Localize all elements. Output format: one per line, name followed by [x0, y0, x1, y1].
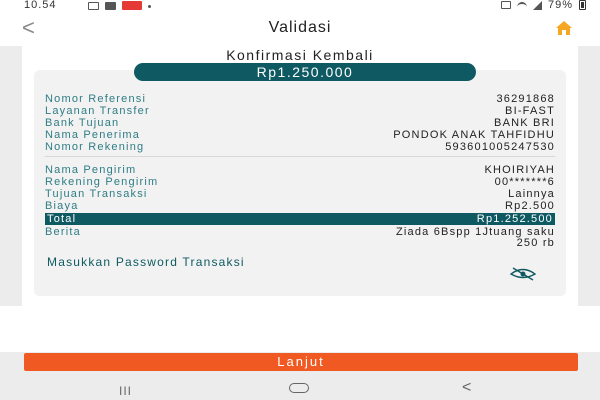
system-status-icons: 79% [500, 0, 586, 11]
detail-label: Tujuan Transaksi [45, 188, 148, 200]
detail-row-tujuan-transaksi: Tujuan Transaksi Lainnya [45, 188, 555, 200]
lanjut-button[interactable]: Lanjut [24, 353, 578, 371]
app-badge-icon [122, 1, 142, 10]
message-icon [105, 2, 116, 10]
detail-row-nomor-rekening: Nomor Rekening 593601005247530 [45, 141, 555, 153]
nav-back-button[interactable]: < [462, 379, 471, 397]
wifi-icon [516, 2, 527, 8]
spacer [0, 306, 600, 352]
berita-line-2: 250 rb [516, 237, 555, 249]
detail-label: Bank Tujuan [45, 117, 120, 129]
section-divider [45, 156, 555, 157]
detail-value: PONDOK ANAK TAHFIDHU [393, 129, 555, 141]
detail-row-berita: Berita Ziada 6Bspp 1Jtuang saku 250 rb [45, 226, 555, 250]
detail-value: BANK BRI [494, 117, 555, 129]
status-time: 10.54 [24, 0, 57, 11]
detail-row-total: Total Rp1.252.500 [45, 213, 555, 225]
detail-value: 36291868 [496, 93, 555, 105]
detail-value: KHOIRIYAH [484, 164, 555, 176]
page-title: Validasi [268, 19, 332, 36]
home-icon[interactable] [556, 21, 572, 35]
amount-display: Rp1.250.000 [134, 63, 476, 81]
detail-row-layanan-transfer: Layanan Transfer BI-FAST [45, 105, 555, 117]
detail-label: Biaya [45, 200, 79, 212]
detail-label: Layanan Transfer [45, 105, 150, 117]
detail-value: Lainnya [508, 188, 555, 200]
detail-row-biaya: Biaya Rp2.500 [45, 200, 555, 212]
signal-icon [532, 0, 542, 10]
envelope-icon [88, 2, 99, 10]
detail-row-nama-penerima: Nama Penerima PONDOK ANAK TAHFIDHU [45, 129, 555, 141]
detail-label: Nama Penerima [45, 129, 141, 141]
detail-value: 593601005247530 [445, 141, 555, 153]
confirmation-title: Konfirmasi Kembali [226, 47, 374, 63]
password-label: Masukkan Password Transaksi [47, 255, 245, 269]
alarm-icon [500, 1, 511, 9]
status-bar: 10.54 79% [0, 0, 600, 12]
detail-label: Nomor Rekening [45, 141, 145, 153]
detail-label: Nama Pengirim [45, 164, 137, 176]
total-label: Total [47, 213, 77, 225]
battery-percent: 79% [547, 0, 573, 11]
home-pill-icon[interactable] [289, 383, 309, 393]
detail-label: Rekening Pengirim [45, 176, 159, 188]
dot-icon [148, 5, 151, 8]
app-header: < Validasi [0, 12, 600, 46]
battery-icon [579, 0, 586, 10]
detail-row-nomor-referensi: Nomor Referensi 36291868 [45, 93, 555, 105]
detail-value: 00*******6 [494, 176, 555, 188]
detail-row-nama-pengirim: Nama Pengirim KHOIRIYAH [45, 164, 555, 176]
recents-button[interactable]: III [119, 384, 132, 398]
system-nav-bar: III < [0, 378, 600, 400]
detail-value: Rp2.500 [505, 200, 555, 212]
detail-row-bank-tujuan: Bank Tujuan BANK BRI [45, 117, 555, 129]
eye-off-icon[interactable] [508, 267, 538, 281]
notification-icons [88, 0, 151, 10]
detail-label: Berita [45, 226, 81, 238]
total-value: Rp1.252.500 [476, 213, 553, 225]
detail-label: Nomor Referensi [45, 93, 147, 105]
detail-value: BI-FAST [505, 105, 555, 117]
detail-row-rekening-pengirim: Rekening Pengirim 00*******6 [45, 176, 555, 188]
